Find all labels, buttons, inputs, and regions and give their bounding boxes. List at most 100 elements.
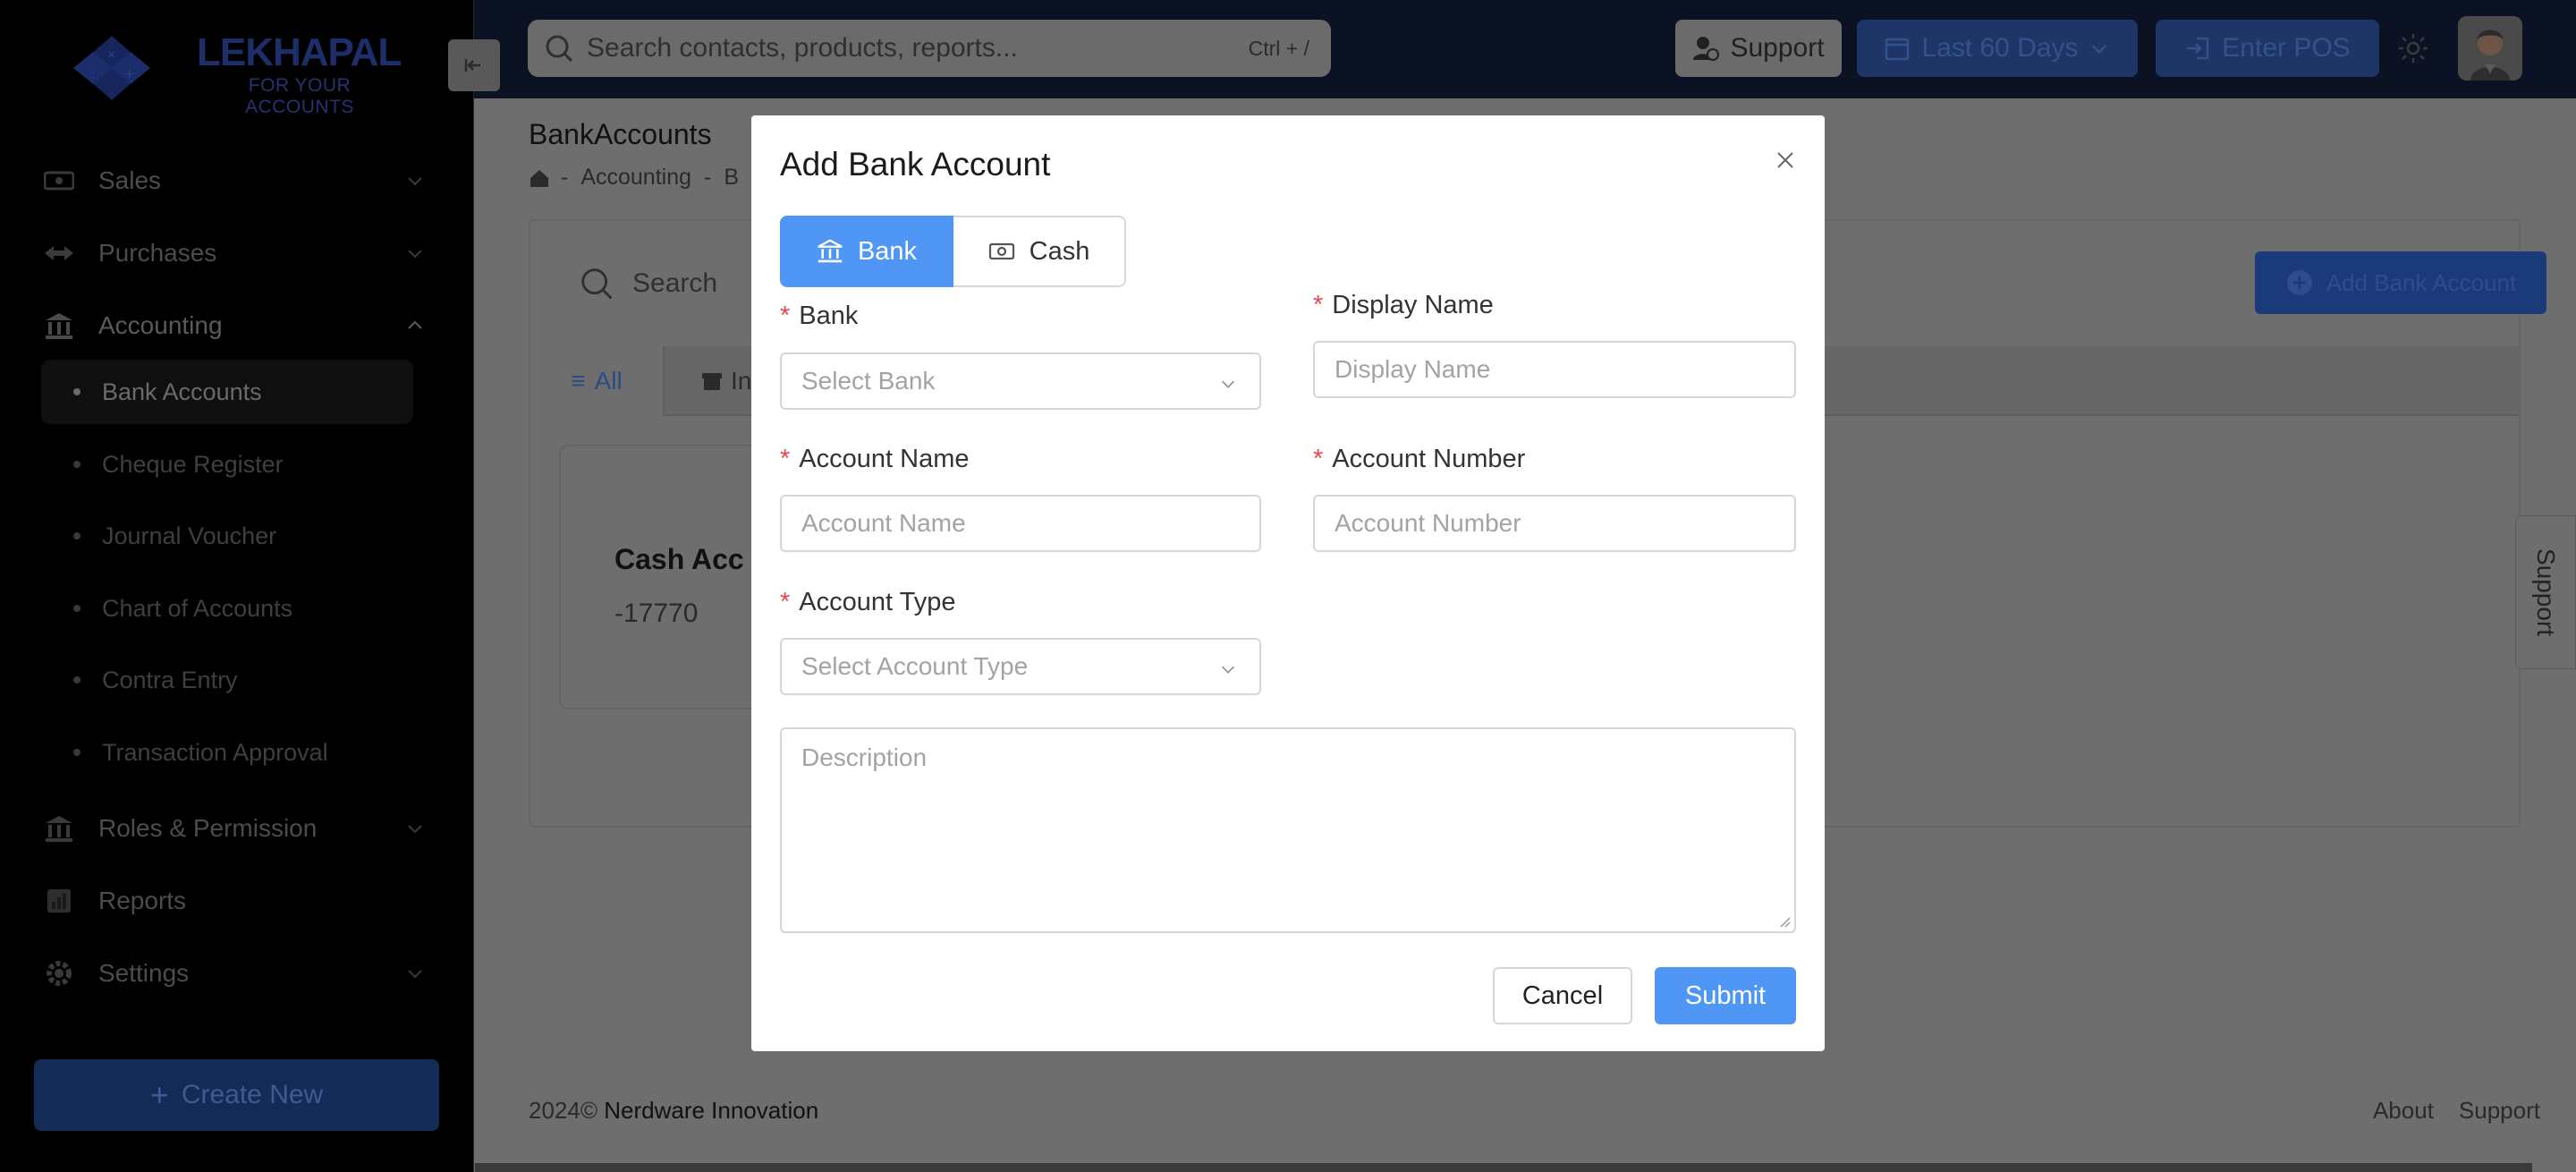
cancel-button[interactable]: Cancel	[1493, 967, 1632, 1024]
date-range-dropdown[interactable]: Last 60 Days	[1857, 20, 2138, 77]
sidebar-item-sales[interactable]: Sales	[41, 154, 426, 208]
account-name-input[interactable]: Account Name	[780, 495, 1261, 552]
sidebar-item-roles-permission[interactable]: Roles & Permission	[41, 802, 426, 855]
collapse-arrow-icon	[464, 59, 480, 72]
sidebar-item-purchases[interactable]: Purchases	[41, 226, 426, 280]
display-name-label-text: Display Name	[1332, 291, 1494, 319]
search-shortcut-hint: Ctrl + /	[1248, 36, 1309, 60]
chevron-down-icon	[2091, 44, 2106, 54]
submit-button[interactable]: Submit	[1655, 967, 1796, 1024]
tab-in[interactable]: In	[700, 346, 751, 416]
calendar-icon	[1885, 38, 1910, 61]
bank-icon	[41, 814, 77, 843]
sidebar-subitem-label: Cheque Register	[102, 450, 284, 478]
chevron-down-icon	[1221, 380, 1235, 388]
search-input[interactable]: Search contacts, products, reports...	[587, 33, 1249, 64]
account-number-input[interactable]: Account Number	[1313, 495, 1796, 552]
bank-label-text: Bank	[799, 301, 859, 330]
home-icon[interactable]	[529, 167, 550, 189]
resize-handle-icon[interactable]	[1776, 913, 1791, 928]
account-type-select[interactable]: Select Account Type	[780, 638, 1261, 695]
account-kind-toggle: Bank Cash	[780, 216, 1126, 287]
display-name-field-label: * Display Name	[1313, 291, 1494, 320]
account-number-label-text: Account Number	[1332, 445, 1526, 473]
account-type-placeholder: Select Account Type	[801, 652, 1029, 680]
support-side-tab[interactable]: Support	[2515, 515, 2576, 669]
footer-company[interactable]: Nerdware Innovation	[604, 1097, 818, 1124]
collapse-sidebar-button[interactable]	[448, 39, 500, 91]
bullet-icon	[73, 461, 80, 468]
brand-logo[interactable]: × + : LEKHAPAL FOR YOUR ACCOUNTS	[63, 27, 420, 117]
breadcrumb-separator: -	[704, 165, 712, 190]
close-icon	[1777, 152, 1793, 168]
sidebar-subitem-bank-accounts[interactable]: Bank Accounts	[41, 360, 413, 424]
description-textarea[interactable]: Description	[780, 727, 1796, 933]
create-new-label: Create New	[181, 1080, 324, 1109]
bullet-icon	[73, 749, 80, 756]
bottom-edge	[475, 1163, 2532, 1172]
breadcrumb-item-accounting[interactable]: Accounting	[580, 165, 691, 191]
sidebar-subitem-journal-voucher[interactable]: Journal Voucher	[41, 504, 413, 568]
bullet-icon	[73, 676, 80, 684]
chevron-up-icon	[408, 320, 422, 329]
tab-in-label: In	[731, 367, 752, 395]
support-button[interactable]: Support	[1675, 20, 1842, 77]
sidebar-subitem-chart-of-accounts[interactable]: Chart of Accounts	[41, 576, 413, 641]
sidebar-item-accounting[interactable]: Accounting	[41, 299, 426, 352]
sidebar-subitem-label: Bank Accounts	[102, 378, 262, 405]
sidebar-subitem-cheque-register[interactable]: Cheque Register	[41, 432, 413, 497]
sidebar-item-label: Roles & Permission	[98, 814, 318, 842]
search-icon	[581, 268, 613, 300]
support-side-tab-label: Support	[2532, 548, 2561, 637]
gear-icon	[41, 959, 77, 988]
display-name-placeholder: Display Name	[1335, 355, 1491, 383]
tab-bank-label: Bank	[857, 236, 918, 266]
add-bank-account-modal: Add Bank Account Bank Cash * Bank Select …	[751, 115, 1825, 1051]
footer-copyright: 2024© Nerdware Innovation	[529, 1097, 818, 1125]
global-search[interactable]: Search contacts, products, reports... Ct…	[528, 20, 1331, 77]
add-bank-account-button[interactable]: Add Bank Account	[2255, 251, 2546, 314]
plus-circle-icon	[2286, 270, 2312, 295]
svg-text:×: ×	[107, 47, 115, 63]
sidebar-subitem-label: Contra Entry	[102, 666, 238, 693]
sidebar-subitem-transaction-approval[interactable]: Transaction Approval	[41, 720, 413, 785]
purchases-icon	[41, 239, 77, 268]
footer-link-about[interactable]: About	[2373, 1097, 2434, 1125]
sidebar-item-settings[interactable]: Settings	[41, 947, 426, 1000]
avatar-face-icon	[2458, 16, 2522, 81]
account-name-placeholder: Account Name	[801, 509, 966, 537]
enter-pos-button[interactable]: Enter POS	[2156, 20, 2379, 77]
tab-bank[interactable]: Bank	[780, 216, 953, 287]
bank-select-placeholder: Select Bank	[801, 367, 936, 395]
close-button[interactable]	[1767, 142, 1803, 178]
footer-link-support[interactable]: Support	[2459, 1097, 2540, 1125]
chevron-down-icon	[408, 970, 422, 979]
create-new-button[interactable]: + Create New	[34, 1059, 439, 1131]
accounts-search-input[interactable]: Search	[632, 268, 717, 299]
account-card-balance: -17770	[614, 599, 699, 628]
chevron-down-icon	[408, 825, 422, 834]
account-card-name: Cash Acc	[614, 543, 744, 575]
list-icon: ≡	[571, 367, 586, 395]
tab-all[interactable]: ≡ All	[530, 346, 665, 416]
sidebar-subitem-contra-entry[interactable]: Contra Entry	[41, 648, 413, 712]
theme-toggle-sun-icon[interactable]	[2397, 32, 2429, 64]
sidebar-item-label: Sales	[98, 166, 162, 194]
required-mark: *	[780, 588, 791, 616]
user-avatar[interactable]	[2458, 16, 2522, 81]
tab-cash[interactable]: Cash	[953, 216, 1126, 287]
bank-select[interactable]: Select Bank	[780, 352, 1261, 410]
required-mark: *	[1313, 445, 1324, 473]
sidebar-item-label: Purchases	[98, 239, 217, 267]
tab-cash-label: Cash	[1029, 236, 1090, 266]
sidebar-subitem-label: Chart of Accounts	[102, 594, 293, 622]
sidebar-item-reports[interactable]: Reports	[41, 874, 426, 928]
display-name-input[interactable]: Display Name	[1313, 341, 1796, 398]
sidebar-subitem-label: Transaction Approval	[102, 738, 328, 766]
footer-year: 2024©	[529, 1097, 597, 1124]
breadcrumb-item-current: B	[724, 165, 740, 190]
chevron-down-icon	[408, 250, 422, 259]
logo-mark-icon: × + :	[73, 36, 150, 100]
bank-field-label: * Bank	[780, 301, 858, 331]
support-label: Support	[1730, 33, 1825, 63]
